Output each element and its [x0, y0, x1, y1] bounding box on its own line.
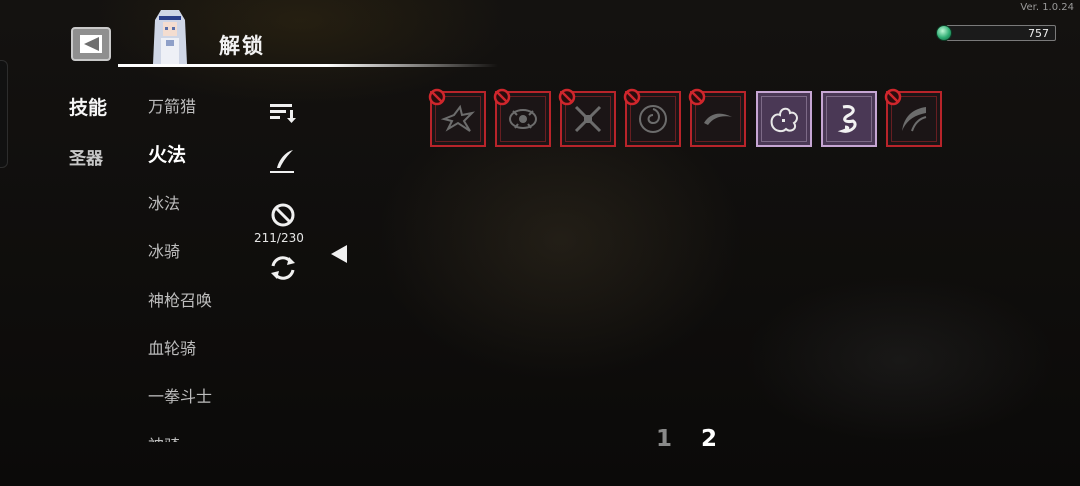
- skill-item[interactable]: 血轮骑: [148, 335, 196, 359]
- sort-button[interactable]: [267, 98, 299, 128]
- version-label: Ver. 1.0.24: [1020, 2, 1074, 13]
- vortex-orb-icon: [639, 105, 667, 133]
- quill-icon: [270, 150, 294, 173]
- skill-slot-unlocked[interactable]: [821, 91, 877, 147]
- ban-badge-icon: [623, 88, 641, 106]
- skill-item[interactable]: 冰法: [148, 190, 180, 214]
- side-handle: [0, 60, 8, 168]
- gem-counter-bar: 757: [946, 25, 1056, 41]
- wave-slash-icon: [704, 113, 732, 125]
- claw-slash-icon: [902, 107, 927, 132]
- ban-badge-icon: [688, 88, 706, 106]
- skill-slot-banned[interactable]: [493, 88, 551, 147]
- ban-icon: [271, 203, 295, 227]
- ban-filter-button[interactable]: [267, 201, 299, 231]
- ban-badge-icon: [884, 88, 902, 106]
- back-button[interactable]: [71, 27, 111, 61]
- flame-eye-icon: [509, 109, 537, 129]
- back-arrow-icon: [80, 35, 102, 53]
- refresh-button[interactable]: [267, 253, 299, 283]
- skill-item[interactable]: 万箭猎: [148, 93, 196, 117]
- page-title: 解锁: [219, 34, 265, 58]
- skill-slot-banned[interactable]: [623, 88, 681, 147]
- gem-amount: 757: [1028, 27, 1049, 40]
- ban-badge-icon: [493, 88, 511, 106]
- skill-item-active[interactable]: 火法: [148, 140, 186, 167]
- ban-counter: 211/230: [254, 231, 304, 245]
- character-avatar: [153, 10, 187, 64]
- category-tab-relics[interactable]: 圣器: [69, 144, 103, 169]
- skill-item[interactable]: 冰骑: [148, 238, 180, 262]
- sort-icon: [270, 104, 296, 123]
- page-button-1[interactable]: 1: [656, 426, 672, 452]
- skill-item[interactable]: 一拳斗士: [148, 383, 212, 407]
- skill-slot-banned[interactable]: [688, 88, 746, 147]
- gem-icon: [936, 25, 952, 41]
- category-tab-skills[interactable]: 技能: [69, 93, 107, 120]
- skill-slot-banned[interactable]: [884, 88, 942, 147]
- spiked-dragon-icon: [440, 104, 476, 132]
- skill-slot-banned[interactable]: [558, 88, 616, 147]
- title-underline: [118, 64, 498, 67]
- skill-item[interactable]: 神枪召唤: [148, 287, 212, 311]
- ban-badge-icon: [558, 88, 576, 106]
- skill-slot-unlocked[interactable]: [756, 91, 812, 147]
- skill-item[interactable]: 神骑: [148, 432, 180, 442]
- crossed-swords-icon: [574, 105, 602, 133]
- skill-slot-banned[interactable]: [428, 88, 486, 147]
- edit-button[interactable]: [267, 146, 299, 176]
- explosion-icon: [770, 107, 798, 133]
- refresh-icon: [271, 256, 295, 280]
- page-button-2-current[interactable]: 2: [701, 426, 717, 452]
- collapse-arrow-icon[interactable]: [331, 245, 347, 263]
- ban-badge-icon: [428, 88, 446, 106]
- tornado-icon: [837, 105, 857, 133]
- gem-counter: 757: [936, 24, 1058, 42]
